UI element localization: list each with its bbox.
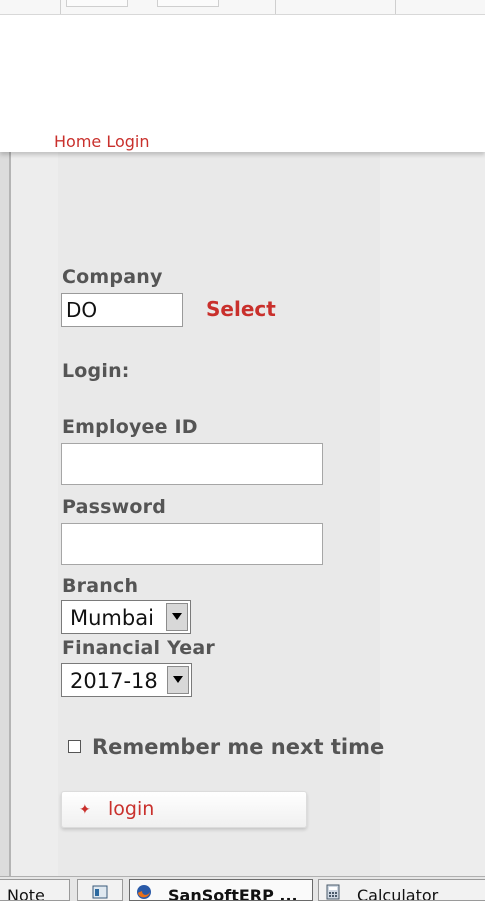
breadcrumb[interactable]: Home Login — [54, 132, 150, 151]
company-label: Company — [62, 266, 163, 288]
firefox-icon — [137, 885, 151, 899]
page-header: Home Login — [0, 15, 485, 152]
window-icon — [92, 885, 108, 899]
password-input[interactable] — [61, 523, 323, 565]
branch-label: Branch — [62, 575, 139, 597]
remember-me-label[interactable]: Remember me next time — [92, 735, 384, 759]
financial-year-select[interactable]: 2017-18 — [61, 663, 192, 697]
chevron-down-icon — [173, 676, 183, 683]
financial-year-label: Financial Year — [62, 637, 215, 659]
taskbar-item-calculator[interactable]: Calculator — [318, 879, 485, 901]
login-heading: Login: — [62, 360, 130, 382]
divider — [60, 0, 61, 14]
left-scroll-edge — [0, 152, 11, 876]
taskbar: Note SanSoftERP ... Calculator — [0, 876, 485, 901]
divider — [395, 0, 396, 14]
branch-selected-value: Mumbai — [70, 606, 154, 630]
bullet-icon: ✦ — [79, 802, 91, 818]
financial-year-dropdown-button[interactable] — [167, 666, 189, 694]
taskbar-item-label: Note — [7, 886, 45, 901]
taskbar-item-note[interactable]: Note — [0, 879, 70, 901]
password-label: Password — [62, 496, 167, 518]
chevron-down-icon — [172, 613, 182, 620]
select-company-link[interactable]: Select — [206, 297, 276, 321]
taskbar-item-window[interactable] — [77, 879, 123, 901]
divider — [275, 0, 276, 14]
login-button-label: login — [108, 798, 155, 820]
toolbar-cell — [66, 0, 128, 7]
toolbar-cell — [157, 0, 219, 7]
company-input[interactable] — [61, 293, 183, 327]
calculator-icon — [326, 884, 340, 900]
financial-year-selected-value: 2017-18 — [70, 669, 158, 693]
login-button[interactable]: ✦ login — [61, 791, 307, 828]
taskbar-item-label: SanSoftERP ... — [168, 886, 298, 901]
browser-top-strip — [0, 0, 485, 15]
remember-me-checkbox[interactable] — [68, 740, 81, 753]
branch-dropdown-button[interactable] — [166, 603, 188, 631]
taskbar-item-label: Calculator — [357, 886, 439, 901]
employee-id-label: Employee ID — [62, 416, 198, 438]
branch-select[interactable]: Mumbai — [61, 600, 191, 634]
employee-id-input[interactable] — [61, 443, 323, 485]
taskbar-item-sansofterp[interactable]: SanSoftERP ... — [129, 879, 313, 901]
